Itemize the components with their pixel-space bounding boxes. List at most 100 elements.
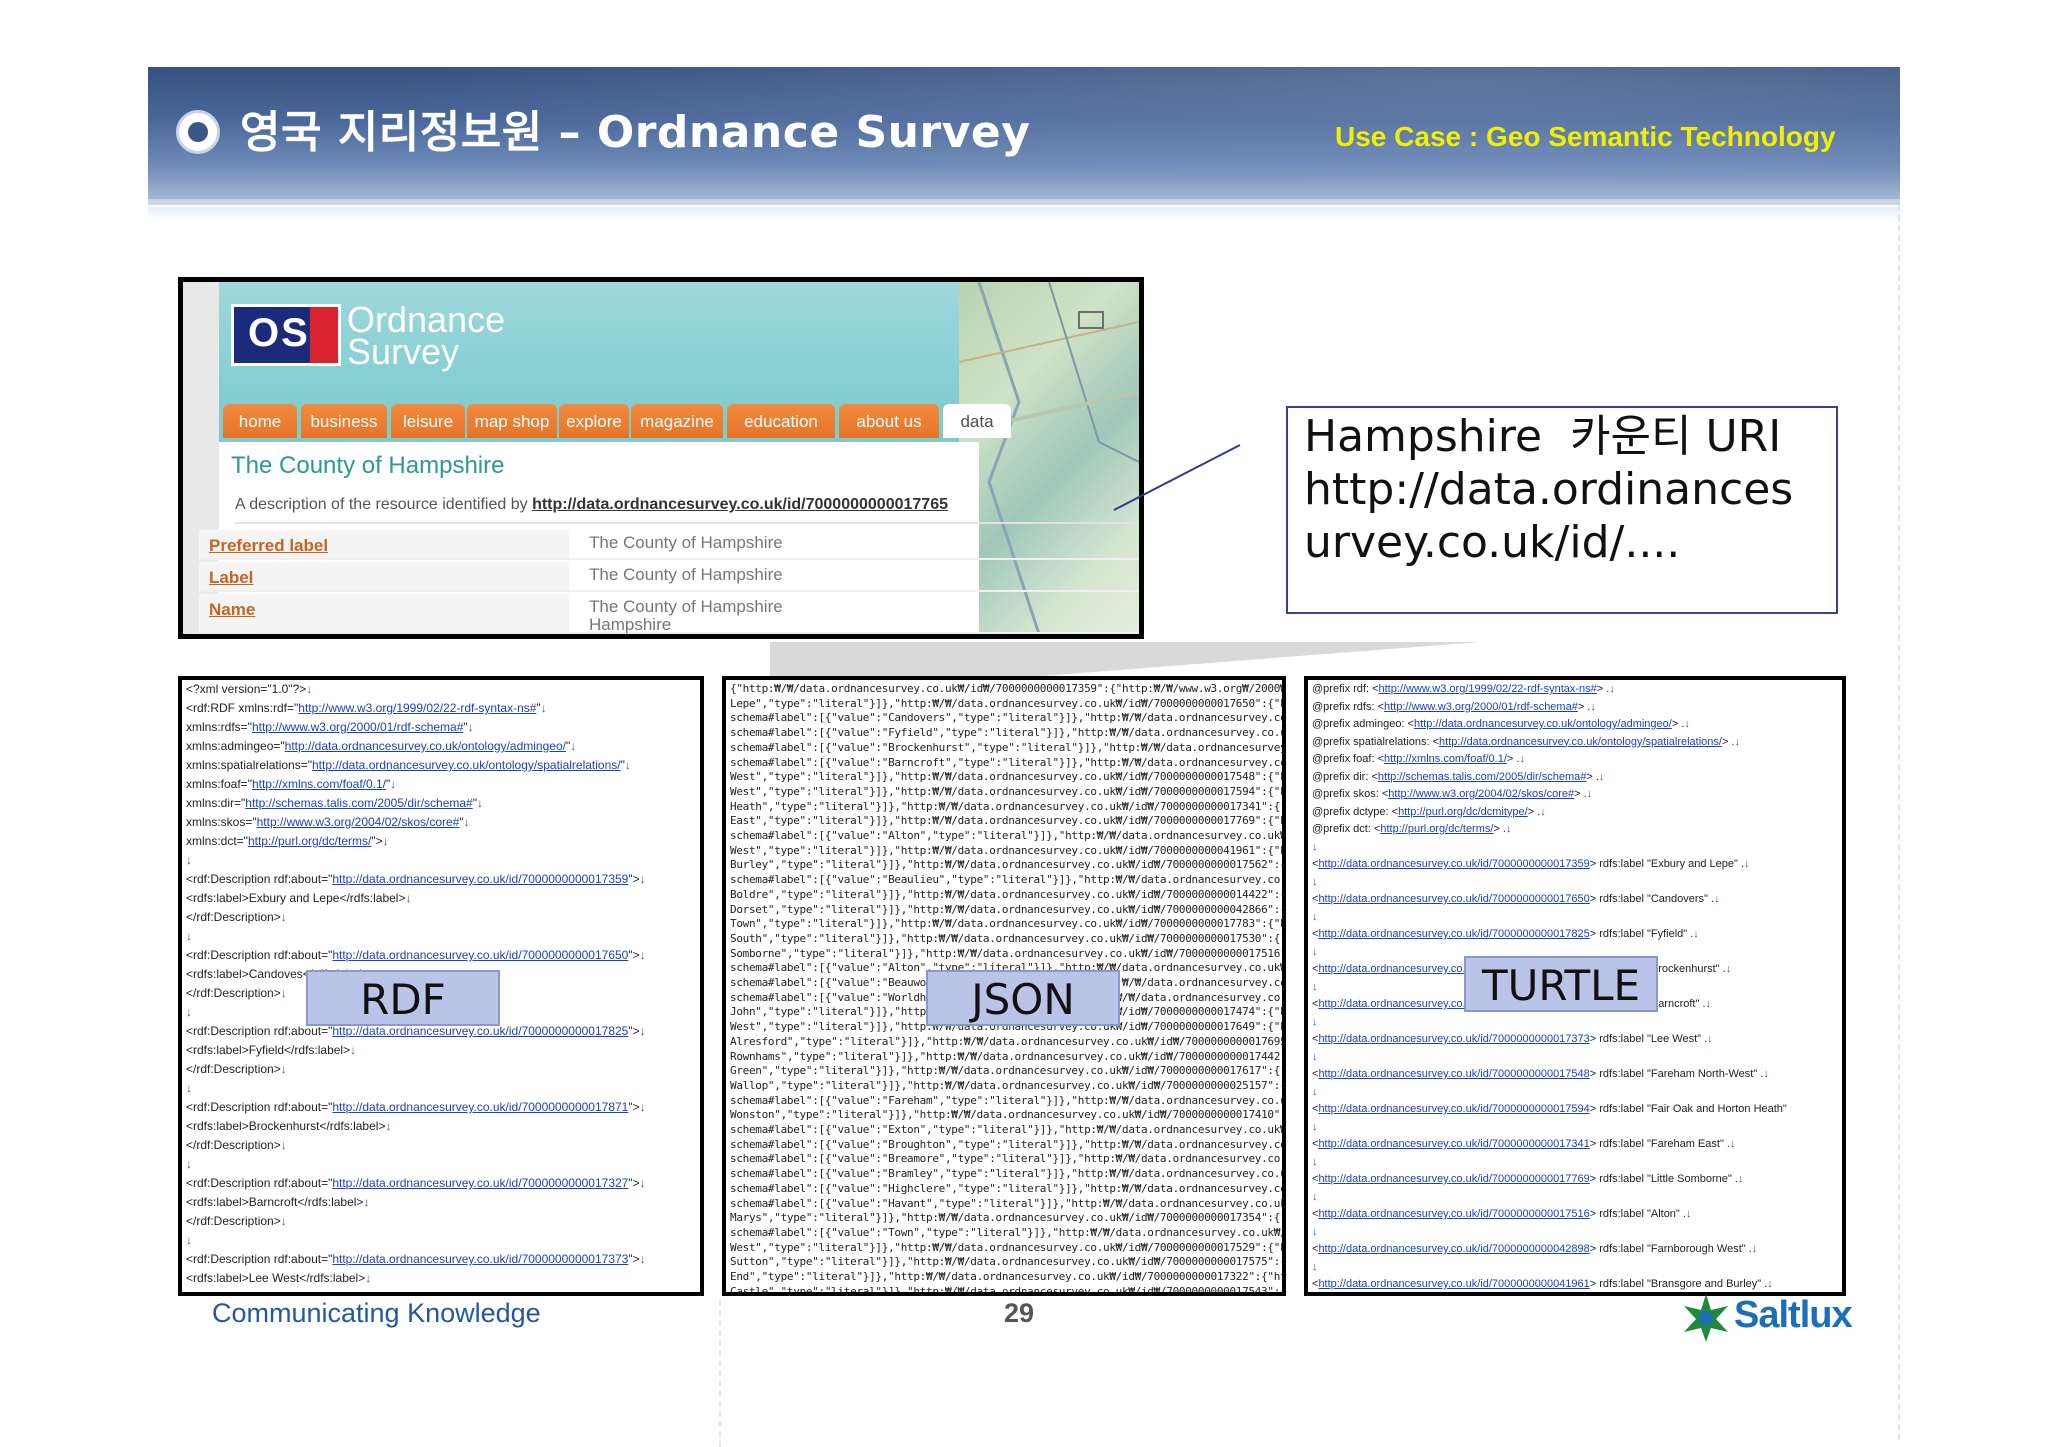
uri-link[interactable]: http://data.ordnancesurvey.co.uk/id/7000… [332, 948, 628, 962]
code-line: @prefix admingeo: <http://data.ordnances… [1312, 718, 1690, 730]
code-line: schema#label":[{"value":"Havant","type":… [730, 1196, 1286, 1210]
code-line: schema#label":[{"value":"Barncroft","typ… [730, 755, 1286, 769]
code-line: @prefix foaf: <http://xmlns.com/foaf/0.1… [1312, 753, 1525, 765]
property-key-link[interactable]: Preferred label [209, 536, 328, 556]
uri-link[interactable]: http://www.w3.org/2000/01/rdf-schema# [252, 720, 463, 734]
uri-callout-box: Hampshire 카운티 URI http://data.ordinances… [1286, 406, 1838, 614]
uri-link[interactable]: http://purl.org/dc/terms/ [248, 834, 371, 848]
tab-magazine[interactable]: magazine [631, 404, 723, 438]
uri-link[interactable]: http://www.w3.org/2000/01/rdf-schema# [1384, 701, 1578, 713]
code-line: @prefix dir: <http://schemas.talis.com/2… [1312, 770, 1605, 783]
uri-link[interactable]: http://data.ordnancesurvey.co.uk/id/7000… [1318, 1173, 1589, 1185]
saltlux-star-icon [1684, 1294, 1728, 1342]
uri-link[interactable]: http://data.ordnancesurvey.co.uk/id/7000… [1318, 858, 1589, 870]
uri-link[interactable]: http://schemas.talis.com/2005/dir/schema… [245, 796, 472, 810]
uri-link[interactable]: http://data.ordnancesurvey.co.uk/ontolog… [1414, 718, 1672, 730]
uri-link[interactable]: http://data.ordnancesurvey.co.uk/id/7000… [1318, 1138, 1589, 1150]
uri-link[interactable]: http://purl.org/dc/dcmitype/ [1398, 806, 1528, 818]
right-dashed-guide [1898, 205, 1900, 1440]
code-line: ↓ [1312, 1015, 1318, 1028]
uri-link[interactable]: http://data.ordnancesurvey.co.uk/id/7000… [332, 1176, 628, 1190]
code-line: West","type":"literal"}]},"http:₩/₩/data… [730, 784, 1286, 798]
uri-link[interactable]: http://data.ordnancesurvey.co.uk/id/7000… [332, 872, 628, 886]
uri-link[interactable]: http://data.ordnancesurvey.co.uk/id/7000… [332, 1252, 628, 1266]
uri-link[interactable]: http://data.ordnancesurvey.co.uk/id/7000… [1318, 928, 1589, 940]
resource-description: A description of the resource identified… [235, 496, 948, 514]
property-row: Label The County of Hampshire [199, 562, 1139, 592]
code-line: Burley","type":"literal"}]},"http:₩/₩/da… [730, 858, 1286, 872]
tab-data[interactable]: data [943, 404, 1011, 438]
property-key-link[interactable]: Label [209, 568, 253, 588]
tab-business[interactable]: business [301, 404, 387, 438]
code-line: Castle","type":"literal"}]},"http:₩/₩/da… [730, 1284, 1286, 1296]
uri-link[interactable]: http://www.w3.org/2004/02/skos/core# [1388, 788, 1574, 800]
os-logo[interactable]: OS [231, 304, 341, 366]
code-line: <http://data.ordnancesurvey.co.uk/id/700… [1312, 893, 1720, 905]
uri-link[interactable]: http://xmlns.com/foaf/0.1/ [252, 777, 386, 791]
code-line: schema#label":[{"value":"Bramley","type"… [730, 1167, 1286, 1181]
code-line: <rdfs:label>Lee West</rdfs:label>↓ [186, 1271, 372, 1285]
code-line: schema#label":[{"value":"Candovers","typ… [730, 711, 1286, 725]
code-line: ↓ [186, 1081, 192, 1095]
code-line: @prefix skos: <http://www.w3.org/2004/02… [1312, 788, 1593, 800]
code-line: <http://data.ordnancesurvey.co.uk/id/700… [1312, 1278, 1773, 1290]
tab-home[interactable]: home [223, 404, 297, 438]
code-line: schema#label":[{"value":"Beaulieu","type… [730, 873, 1286, 887]
page-heading: The County of Hampshire [231, 452, 505, 479]
header-divider [148, 199, 1900, 205]
code-line: schema#label":[{"value":"Broughton","typ… [730, 1137, 1286, 1151]
tab-leisure[interactable]: leisure [391, 404, 465, 438]
code-line: @prefix dctype: <http://purl.org/dc/dcmi… [1312, 805, 1546, 818]
code-line: <?xml version="1.0"?>↓ [186, 682, 313, 696]
uri-link[interactable]: http://data.ordnancesurvey.co.uk/ontolog… [312, 758, 621, 772]
code-line: <http://data.ordnancesurvey.co.uk/id/700… [1312, 928, 1699, 940]
uri-link[interactable]: http://www.w3.org/1999/02/22-rdf-syntax-… [1379, 683, 1597, 695]
resource-uri-link[interactable]: http://data.ordnancesurvey.co.uk/id/7000… [532, 496, 948, 513]
code-line: ↓ [1312, 1120, 1318, 1133]
uri-link[interactable]: http://data.ordnancesurvey.co.uk/id/7000… [1318, 1103, 1589, 1115]
tab-map-shop[interactable]: map shop [467, 404, 557, 438]
code-line: <rdf:Description rdf:about="http://data.… [186, 948, 646, 962]
code-line: schema#label":[{"value":"Alton","type":"… [730, 829, 1286, 842]
uri-link[interactable]: http://data.ordnancesurvey.co.uk/id/7000… [1318, 1033, 1589, 1045]
uri-link[interactable]: http://data.ordnancesurvey.co.uk/id/7000… [1318, 893, 1589, 905]
content-divider [235, 522, 1139, 524]
code-line: ↓ [1312, 1050, 1318, 1063]
bullet-circle-icon [176, 110, 220, 154]
code-line: @prefix spatialrelations: <http://data.o… [1312, 735, 1741, 748]
tab-explore[interactable]: explore [559, 404, 629, 438]
uri-link[interactable]: http://data.ordnancesurvey.co.uk/id/7000… [1318, 1243, 1589, 1255]
code-line: Dorset","type":"literal"}]},"http:₩/₩/da… [730, 902, 1286, 916]
code-line: ↓ [1312, 1190, 1318, 1203]
code-line: </rdf:Description>↓ [186, 910, 287, 924]
uri-link[interactable]: http://data.ordnancesurvey.co.uk/id/7000… [1318, 1208, 1589, 1220]
uri-link[interactable]: http://schemas.talis.com/2005/dir/schema… [1378, 771, 1586, 783]
property-key-link[interactable]: Name [209, 600, 255, 620]
tab-about-us[interactable]: about us [839, 404, 939, 438]
code-line: ↓ [1312, 1260, 1318, 1273]
code-line: schema#label":[{"value":"Brockenhurst","… [730, 740, 1286, 754]
uri-link[interactable]: http://purl.org/dc/terms/ [1380, 823, 1493, 835]
uri-link[interactable]: http://xmlns.com/foaf/0.1/ [1384, 753, 1507, 765]
code-line: <http://data.ordnancesurvey.co.uk/id/700… [1312, 1138, 1736, 1150]
code-line: ↓ [186, 1233, 192, 1247]
uri-link[interactable]: http://data.ordnancesurvey.co.uk/ontolog… [1439, 736, 1722, 748]
uri-link[interactable]: http://www.w3.org/2004/02/skos/core# [257, 815, 460, 829]
uri-link[interactable]: http://www.w3.org/1999/02/22-rdf-syntax-… [298, 701, 536, 715]
os-logo-wordmark-line2: Survey [347, 331, 460, 372]
uri-link[interactable]: http://data.ordnancesurvey.co.uk/id/7000… [1318, 1278, 1589, 1290]
code-line: ↓ [1312, 875, 1318, 888]
json-format-label: JSON [926, 970, 1120, 1026]
code-line: Green","type":"literal"}]},"http:₩/₩/dat… [730, 1064, 1286, 1078]
property-value: The County of Hampshire [589, 533, 783, 552]
uri-link[interactable]: http://data.ordnancesurvey.co.uk/id/7000… [332, 1100, 628, 1114]
code-line: West","type":"literal"}]},"http:₩/₩/data… [730, 1240, 1286, 1254]
code-line: <rdf:Description rdf:about="http://data.… [186, 1252, 646, 1266]
code-line: Rownhams","type":"literal"}]},"http:₩/₩/… [730, 1049, 1286, 1063]
code-line: @prefix rdf: <http://www.w3.org/1999/02/… [1312, 683, 1615, 695]
uri-link[interactable]: http://data.ordnancesurvey.co.uk/id/7000… [1318, 1068, 1589, 1080]
code-line: End","type":"literal"}]},"http:₩/₩/data.… [730, 1270, 1286, 1283]
tab-education[interactable]: education [727, 404, 835, 438]
uri-link[interactable]: http://data.ordnancesurvey.co.uk/ontolog… [285, 739, 566, 753]
code-line: ↓ [186, 929, 192, 943]
